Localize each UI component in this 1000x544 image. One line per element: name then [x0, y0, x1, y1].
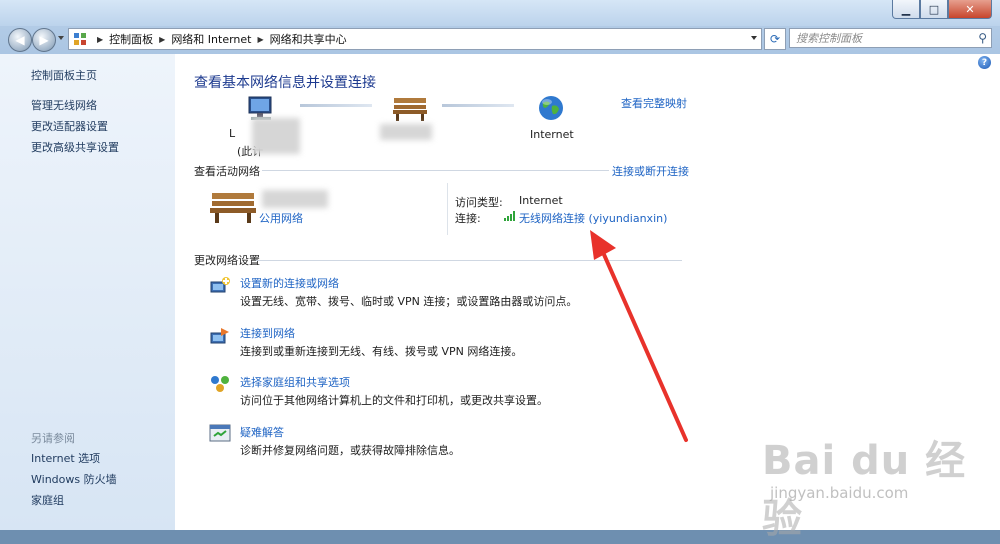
- map-link-line: [300, 104, 372, 107]
- forward-arrow-icon[interactable]: ▶: [32, 28, 56, 52]
- sidebar-item-adapter-settings[interactable]: 更改适配器设置: [31, 118, 108, 134]
- breadcrumb: ▶ 控制面板 ▶ 网络和 Internet ▶ 网络和共享中心: [97, 31, 347, 47]
- page-title: 查看基本网络信息并设置连接: [194, 75, 376, 91]
- troubleshoot-icon: [209, 424, 231, 442]
- access-type-label: 访问类型:: [455, 196, 503, 209]
- annotation-arrow: [590, 230, 688, 442]
- redacted-network-name: [380, 124, 432, 140]
- see-also-heading: 另请参阅: [31, 432, 75, 445]
- back-arrow-icon[interactable]: ◀: [8, 28, 32, 52]
- close-button[interactable]: ✕: [948, 0, 992, 19]
- connect-disconnect-link[interactable]: 连接或断开连接: [612, 163, 689, 179]
- redacted-network-name: [262, 190, 328, 208]
- sidebar-item-manage-wireless[interactable]: 管理无线网络: [31, 97, 97, 113]
- wireless-connection-link[interactable]: 无线网络连接 (yiyundianxin): [519, 210, 667, 226]
- signal-bars-icon: [504, 211, 515, 221]
- search-icon[interactable]: ⚲: [978, 31, 987, 45]
- map-link-line-2: [442, 104, 514, 107]
- connect-to-network-desc: 连接到或重新连接到无线、有线、拨号或 VPN 网络连接。: [240, 345, 523, 358]
- sidebar-item-internet-options[interactable]: Internet 选项: [31, 450, 100, 466]
- watermark-url: jingyan.baidu.com: [770, 484, 909, 502]
- view-full-map-link[interactable]: 查看完整映射: [621, 95, 687, 111]
- breadcrumb-network-sharing-center[interactable]: 网络和共享中心: [270, 31, 347, 47]
- control-panel-icon: [74, 33, 86, 45]
- homegroup-icon: [211, 376, 229, 392]
- sidebar-item-control-panel-home[interactable]: 控制面板主页: [31, 67, 97, 83]
- vertical-divider: [447, 183, 448, 235]
- recent-pages-dropdown[interactable]: [58, 36, 64, 40]
- setup-connection-link[interactable]: 设置新的连接或网络: [240, 275, 339, 291]
- maximize-button[interactable]: □: [920, 0, 948, 19]
- sidebar-item-advanced-sharing[interactable]: 更改高级共享设置: [31, 139, 119, 155]
- sidebar-item-homegroup[interactable]: 家庭组: [31, 492, 64, 508]
- setup-connection-desc: 设置无线、宽带、拨号、临时或 VPN 连接；或设置路由器或访问点。: [240, 295, 578, 308]
- internet-label: Internet: [530, 128, 574, 141]
- explorer-window: ▁ □ ✕ ◀ ▶ ▶ 控制面板 ▶ 网络和 Internet ▶ 网络和共享中…: [0, 0, 1000, 542]
- refresh-icon[interactable]: ⟳: [764, 28, 786, 50]
- connect-network-icon: [210, 328, 229, 344]
- access-type-value: Internet: [519, 194, 563, 207]
- breadcrumb-control-panel[interactable]: 控制面板: [109, 31, 153, 47]
- network-type-link[interactable]: 公用网络: [259, 210, 303, 226]
- active-networks-heading: 查看活动网络: [194, 165, 260, 178]
- new-connection-icon: [210, 277, 230, 293]
- bench-icon: [210, 193, 256, 223]
- search-input[interactable]: 搜索控制面板 ⚲: [789, 28, 992, 48]
- connect-to-network-link[interactable]: 连接到网络: [240, 325, 295, 341]
- minimize-button[interactable]: ▁: [892, 0, 920, 19]
- section-divider: [262, 170, 609, 171]
- title-bar: ▁ □ ✕: [0, 0, 1000, 26]
- homegroup-sharing-link[interactable]: 选择家庭组和共享选项: [240, 374, 350, 390]
- address-bar[interactable]: ▶ 控制面板 ▶ 网络和 Internet ▶ 网络和共享中心: [68, 28, 762, 50]
- computer-label-partial: L: [229, 127, 236, 140]
- chevron-down-icon[interactable]: [751, 36, 757, 40]
- search-placeholder: 搜索控制面板: [796, 32, 862, 45]
- connection-label: 连接:: [455, 212, 481, 225]
- breadcrumb-network-internet[interactable]: 网络和 Internet: [171, 31, 251, 47]
- task-sidebar: 控制面板主页 管理无线网络 更改适配器设置 更改高级共享设置 另请参阅 Inte…: [0, 54, 175, 530]
- window-controls: ▁ □ ✕: [892, 0, 992, 19]
- sidebar-item-windows-firewall[interactable]: Windows 防火墙: [31, 471, 117, 487]
- troubleshoot-desc: 诊断并修复网络问题，或获得故障排除信息。: [240, 444, 460, 457]
- help-icon[interactable]: ?: [978, 56, 991, 69]
- redacted-computer-name: [252, 118, 300, 154]
- homegroup-sharing-desc: 访问位于其他网络计算机上的文件和打印机，或更改共享设置。: [240, 394, 548, 407]
- change-settings-heading: 更改网络设置: [194, 254, 260, 267]
- navigation-toolbar: ◀ ▶ ▶ 控制面板 ▶ 网络和 Internet ▶ 网络和共享中心 ⟳ 搜索…: [0, 26, 1000, 52]
- bench-icon: [393, 98, 427, 121]
- troubleshoot-link[interactable]: 疑难解答: [240, 424, 284, 440]
- globe-icon: [539, 96, 563, 120]
